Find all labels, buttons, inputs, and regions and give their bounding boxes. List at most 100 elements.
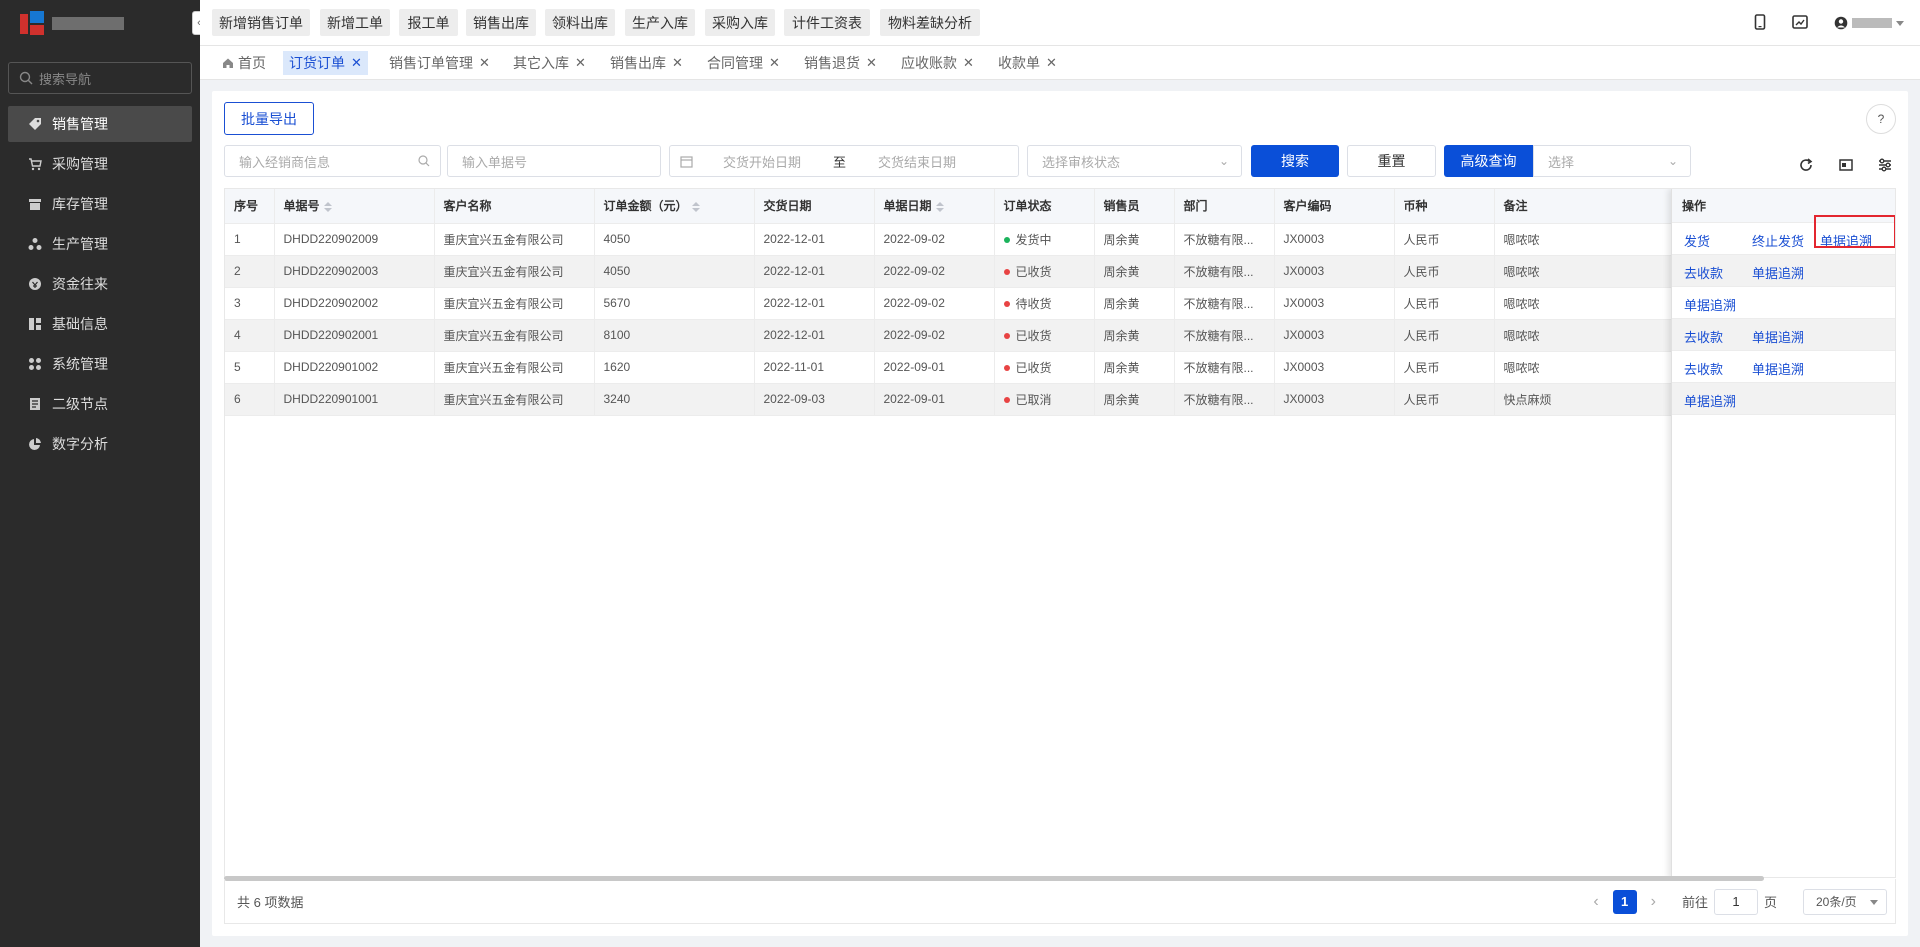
audit-status-select[interactable]: 选择审核状态 ⌄ — [1027, 145, 1242, 177]
col-order-no[interactable]: 单据号 — [274, 189, 435, 224]
tab-home[interactable]: 首页 — [216, 51, 272, 75]
tab-contract-management[interactable]: 合同管理 ✕ — [701, 51, 786, 75]
fullscreen-icon[interactable] — [1837, 156, 1855, 174]
cell-department: 不放糖有限... — [1174, 223, 1275, 256]
order-number-input[interactable]: 输入单据号 — [447, 145, 661, 177]
sort-icon[interactable] — [691, 202, 700, 213]
sort-icon[interactable] — [935, 202, 944, 213]
collect-payment-link[interactable]: 去收款 — [1684, 263, 1723, 282]
sidebar-item-secondary-node[interactable]: 二级节点 — [8, 386, 192, 422]
sidebar-item-analytics[interactable]: 数字分析 — [8, 426, 192, 462]
sidebar-item-production[interactable]: 生产管理 — [8, 226, 192, 262]
sidebar-item-inventory[interactable]: 库存管理 — [8, 186, 192, 222]
ops-row: 去收款 单据追溯 — [1672, 351, 1895, 383]
quick-link-new-sales-order[interactable]: 新增销售订单 — [212, 9, 310, 36]
reset-button[interactable]: 重置 — [1347, 145, 1436, 177]
tab-receivables[interactable]: 应收账款 ✕ — [895, 51, 980, 75]
chart-icon[interactable] — [1792, 14, 1808, 32]
sidebar-item-label: 二级节点 — [52, 396, 108, 412]
column-settings-icon[interactable] — [1876, 156, 1894, 174]
mobile-icon[interactable] — [1754, 13, 1766, 33]
table-row[interactable]: 6 DHDD220901001 重庆宜兴五金有限公司 3240 2022-09-… — [225, 383, 1675, 416]
quick-link-work-report[interactable]: 报工单 — [399, 9, 458, 36]
table-row[interactable]: 3 DHDD220902002 重庆宜兴五金有限公司 5670 2022-12-… — [225, 287, 1675, 320]
status-label: 已收货 — [1015, 328, 1052, 343]
next-page-icon[interactable]: › — [1651, 893, 1656, 911]
goto-page-input[interactable]: 1 — [1713, 888, 1758, 915]
quick-link-material-outbound[interactable]: 领料出库 — [545, 9, 615, 36]
close-icon[interactable]: ✕ — [479, 55, 490, 71]
page-tabs: 首页 订货订单 ✕ 销售订单管理 ✕ 其它入库 ✕ 销售出库 ✕ 合同管理 ✕ 销售退货 ✕… — [200, 46, 1920, 80]
sidebar-item-sales[interactable]: 销售管理 — [8, 106, 192, 142]
trace-document-link[interactable]: 单据追溯 — [1684, 295, 1736, 314]
table-row[interactable]: 4 DHDD220902001 重庆宜兴五金有限公司 8100 2022-12-… — [225, 319, 1675, 352]
quick-link-purchase-inbound[interactable]: 采购入库 — [705, 9, 775, 36]
tab-sales-return[interactable]: 销售退货 ✕ — [798, 51, 883, 75]
quick-link-material-shortage[interactable]: 物料差缺分析 — [880, 9, 980, 36]
tab-sales-outbound[interactable]: 销售出库 ✕ — [604, 51, 689, 75]
table-row[interactable]: 2 DHDD220902003 重庆宜兴五金有限公司 4050 2022-12-… — [225, 255, 1675, 288]
quick-link-piece-wage[interactable]: 计件工资表 — [784, 9, 870, 36]
cell-currency: 人民币 — [1394, 319, 1495, 352]
tab-purchase-order[interactable]: 订货订单 ✕ — [283, 51, 368, 75]
user-icon — [1834, 16, 1848, 30]
refresh-icon[interactable] — [1797, 156, 1815, 174]
cell-index: 3 — [225, 287, 275, 320]
cell-salesperson: 周余黄 — [1094, 383, 1175, 416]
tab-label: 订货订单 — [289, 55, 345, 71]
prev-page-icon[interactable]: ‹ — [1593, 893, 1598, 911]
col-document-date[interactable]: 单据日期 — [874, 189, 995, 224]
tab-receipt[interactable]: 收款单 ✕ — [992, 51, 1063, 75]
sidebar-item-system[interactable]: 系统管理 — [8, 346, 192, 382]
advanced-query-button[interactable]: 高级查询 — [1444, 145, 1533, 177]
advanced-query-select[interactable]: 选择 ⌄ — [1533, 145, 1691, 177]
page-size-select[interactable]: 20条/页 — [1803, 888, 1887, 915]
close-icon[interactable]: ✕ — [1046, 55, 1057, 71]
dealer-search-input[interactable]: 输入经销商信息 — [224, 145, 441, 177]
collect-payment-link[interactable]: 去收款 — [1684, 359, 1723, 378]
sidebar-item-purchase[interactable]: 采购管理 — [8, 146, 192, 182]
batch-export-button[interactable]: 批量导出 — [224, 102, 314, 135]
ship-link[interactable]: 发货 — [1684, 231, 1710, 250]
tab-other-inbound[interactable]: 其它入库 ✕ — [507, 51, 592, 75]
close-icon[interactable]: ✕ — [963, 55, 974, 71]
cell-order-amount: 3240 — [594, 383, 755, 416]
trace-document-link[interactable]: 单据追溯 — [1752, 327, 1804, 346]
table-row[interactable]: 5 DHDD220901002 重庆宜兴五金有限公司 1620 2022-11-… — [225, 351, 1675, 384]
search-button[interactable]: 搜索 — [1251, 145, 1339, 177]
trace-document-link[interactable]: 单据追溯 — [1752, 359, 1804, 378]
highlight-box — [1814, 215, 1895, 248]
user-menu[interactable] — [1834, 16, 1904, 30]
sort-icon[interactable] — [323, 202, 332, 213]
nav-search-input[interactable]: 搜索导航 — [8, 62, 192, 94]
stop-shipping-link[interactable]: 终止发货 — [1752, 231, 1804, 250]
tab-sales-order-management[interactable]: 销售订单管理 ✕ — [383, 51, 496, 75]
sidebar-item-funds[interactable]: 资金往来 — [8, 266, 192, 302]
logo[interactable] — [0, 0, 200, 46]
sidebar-item-label: 库存管理 — [52, 196, 108, 212]
close-icon[interactable]: ✕ — [575, 55, 586, 71]
cell-customer-code: JX0003 — [1274, 383, 1395, 416]
help-icon[interactable]: ? — [1866, 104, 1896, 134]
tab-label: 首页 — [238, 55, 266, 71]
table-row[interactable]: 1 DHDD220902009 重庆宜兴五金有限公司 4050 2022-12-… — [225, 223, 1675, 256]
close-icon[interactable]: ✕ — [672, 55, 683, 71]
cell-order-no: DHDD220902002 — [274, 287, 435, 320]
quick-link-production-inbound[interactable]: 生产入库 — [625, 9, 695, 36]
trace-document-link[interactable]: 单据追溯 — [1684, 391, 1736, 410]
close-icon[interactable]: ✕ — [769, 55, 780, 71]
close-icon[interactable]: ✕ — [866, 55, 877, 71]
cell-customer-code: JX0003 — [1274, 319, 1395, 352]
cell-currency: 人民币 — [1394, 383, 1495, 416]
quick-link-sales-outbound[interactable]: 销售出库 — [466, 9, 536, 36]
sidebar-item-basic-info[interactable]: 基础信息 — [8, 306, 192, 342]
collect-payment-link[interactable]: 去收款 — [1684, 327, 1723, 346]
trace-document-link[interactable]: 单据追溯 — [1752, 263, 1804, 282]
delivery-date-range[interactable]: 交货开始日期 至 交货结束日期 — [669, 145, 1019, 177]
table-footer: 共 6 项数据 ‹ 1 › 前往 1 页 20条/页 — [224, 879, 1896, 924]
cell-currency: 人民币 — [1394, 255, 1495, 288]
quick-link-new-work-order[interactable]: 新增工单 — [320, 9, 390, 36]
col-order-amount[interactable]: 订单金额（元） — [594, 189, 755, 224]
page-number-current[interactable]: 1 — [1612, 889, 1637, 914]
close-icon[interactable]: ✕ — [351, 55, 362, 71]
